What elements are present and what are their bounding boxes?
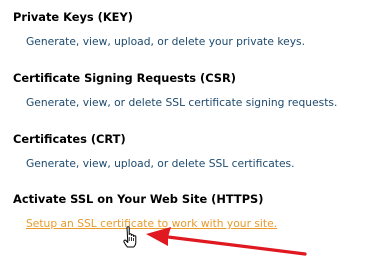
- csr-description[interactable]: Generate, view, or delete SSL certificat…: [26, 96, 363, 110]
- activate-ssl-section: Activate SSL on Your Web Site (HTTPS) Se…: [13, 192, 363, 231]
- certificates-title: Certificates (CRT): [13, 132, 126, 146]
- certificates-description[interactable]: Generate, view, upload, or delete SSL ce…: [26, 157, 363, 171]
- csr-section: Certificate Signing Requests (CSR) Gener…: [13, 71, 363, 110]
- private-keys-title: Private Keys (KEY): [13, 10, 133, 24]
- activate-ssl-title: Activate SSL on Your Web Site (HTTPS): [13, 192, 264, 206]
- certificates-section: Certificates (CRT) Generate, view, uploa…: [13, 132, 363, 171]
- private-keys-description[interactable]: Generate, view, upload, or delete your p…: [26, 35, 363, 49]
- private-keys-section: Private Keys (KEY) Generate, view, uploa…: [13, 10, 363, 49]
- setup-ssl-link[interactable]: Setup an SSL certificate to work with yo…: [26, 217, 363, 231]
- csr-title: Certificate Signing Requests (CSR): [13, 71, 236, 85]
- red-arrow-icon: [146, 227, 307, 256]
